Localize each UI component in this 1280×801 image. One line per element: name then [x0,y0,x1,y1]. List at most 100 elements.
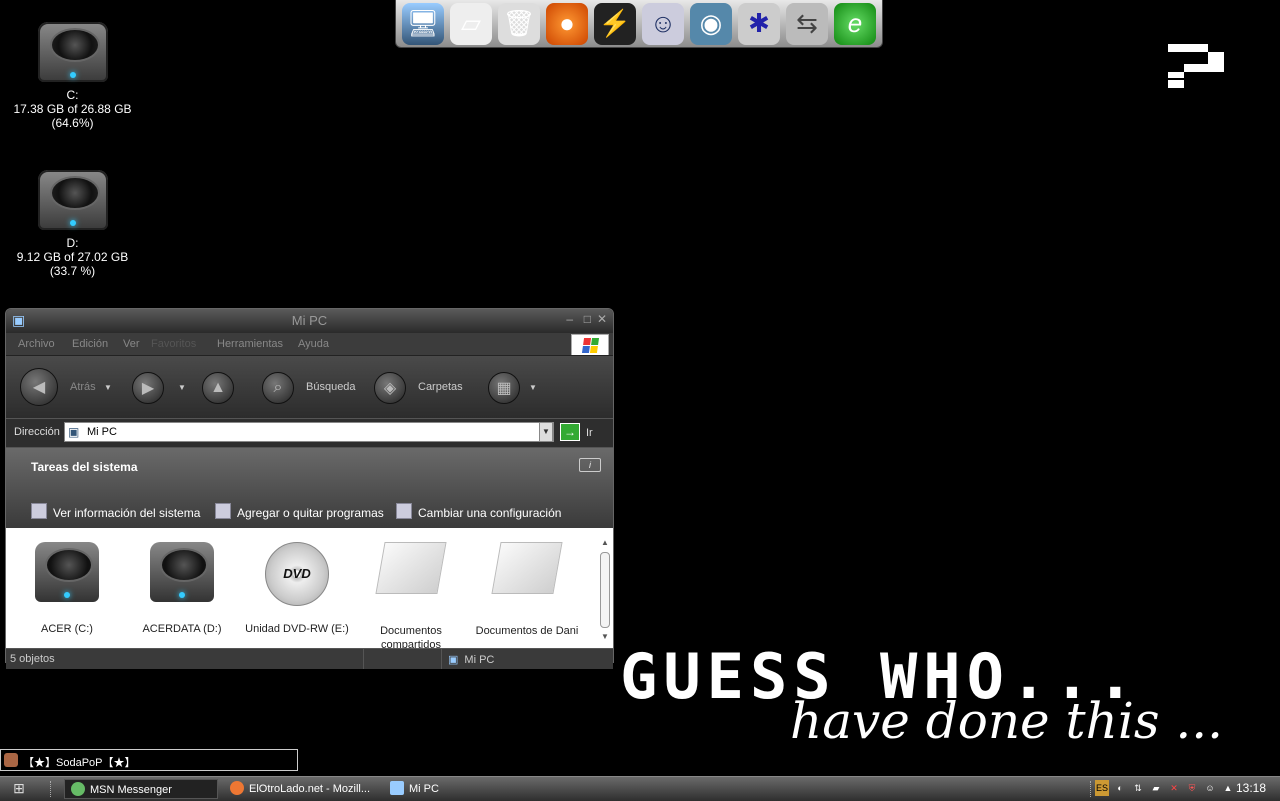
menu-ayuda[interactable]: Ayuda [298,338,329,350]
menu-ver[interactable]: Ver [123,338,140,350]
task-system-info[interactable]: Ver información del sistema [31,503,200,520]
document-icon[interactable]: ▱ [450,2,492,45]
windows-logo-icon [571,334,609,356]
drive-letter: C: [66,88,79,102]
users-icon[interactable]: ☺ [1203,780,1217,796]
internet-explorer-icon[interactable]: e [834,2,876,45]
back-dropdown-icon[interactable]: ▼ [104,383,112,392]
task-change-setting[interactable]: Cambiar una configuración [396,503,561,520]
shield-icon[interactable]: ⛨ [1185,780,1199,796]
status-location: ▣ Mi PC [448,654,495,666]
list-item[interactable]: ACER (C:) [12,542,122,636]
question-mark-icon [1168,44,1224,90]
winamp-icon[interactable]: ⚡ [594,2,636,45]
back-arrow-icon: ◀ [32,379,46,396]
window-title: Mi PC [291,313,328,328]
trash-icon[interactable]: 🗑 [498,2,540,45]
views-dropdown-icon[interactable]: ▼ [529,383,537,392]
taskbar: ⊞ MSN Messenger ElOtroLado.net - Mozill.… [0,776,1280,801]
menu-favoritos[interactable]: Favoritos [151,338,196,350]
address-value: Mi PC [87,426,117,438]
list-item[interactable]: ACERDATA (D:) [127,542,237,636]
folders-button[interactable]: ◈ [374,372,406,404]
network-icon[interactable]: ⇅ [1131,780,1145,796]
back-label[interactable]: Atrás [70,381,96,393]
list-item[interactable]: Documentos compartidos [356,542,466,652]
title-bar[interactable]: ▣ Mi PC – □ ✕ [6,309,613,333]
arrow-up-icon[interactable]: ▲ [1221,780,1235,796]
object-count: 5 objetos [10,653,55,665]
computer-icon[interactable]: 🖥 [402,2,444,45]
security-alert-icon[interactable]: ✕ [1167,780,1181,796]
maximize-button[interactable]: □ [584,312,591,326]
wallpaper-subline: have done this ... [790,692,1224,750]
search-label[interactable]: Búsqueda [306,381,356,393]
vertical-scrollbar[interactable]: ▲ ▼ [599,538,611,642]
list-item[interactable]: DVD Unidad DVD-RW (E:) [242,542,352,636]
folders-icon: ◈ [383,380,397,397]
taskbar-item-firefox[interactable]: ElOtroLado.net - Mozill... [224,779,380,799]
menu-bar: Archivo Edición Ver Favoritos Herramient… [6,333,613,356]
firefox-icon[interactable]: ● [546,2,588,45]
hard-drive-icon [37,22,108,82]
system-tasks-heading: Tareas del sistema [31,460,138,474]
signal-icon[interactable]: ▰ [1149,780,1163,796]
drive-usage: 17.38 GB of 26.88 GB [13,102,132,116]
network-icon[interactable]: ⇆ [786,2,828,45]
back-button[interactable]: ◀ [20,368,58,406]
photo-icon[interactable]: ◉ [690,2,732,45]
drive-percent: (33.7 %) [49,264,96,278]
status-divider [441,649,442,669]
go-button[interactable]: → [560,423,580,441]
task-add-remove-programs[interactable]: Agregar o quitar programas [215,503,384,520]
my-computer-icon: ▣ [68,425,80,439]
menu-archivo[interactable]: Archivo [18,338,55,350]
file-list: ACER (C:) ACERDATA (D:) DVD Unidad DVD-R… [6,528,613,651]
menu-edicion[interactable]: Edición [72,338,108,350]
msn-status-bar[interactable]: 【★】SodaPoP【★】 [0,749,298,771]
toolbar: ◀ Atrás ▼ ▶ ▼ ▲ ⌕ Búsqueda ◈ Carpetas ▦ … [6,355,613,419]
firefox-icon [230,781,244,795]
close-button[interactable]: ✕ [597,312,607,326]
status-bar: 5 objetos ▣ Mi PC [6,648,613,669]
list-item[interactable]: Documentos de Dani [472,542,582,638]
taskbar-item-msn[interactable]: MSN Messenger [64,779,218,799]
search-icon: ⌕ [273,379,283,396]
system-tray: ES ◐ ⇅ ▰ ✕ ⛨ ☺ ▲ [1095,780,1235,796]
search-button[interactable]: ⌕ [262,372,294,404]
drive-usage: 9.12 GB of 27.02 GB [16,250,129,264]
messenger-icon[interactable]: ☺ [642,2,684,45]
scroll-down-icon[interactable]: ▼ [601,632,609,641]
forward-dropdown-icon[interactable]: ▼ [178,383,186,392]
minimize-button[interactable]: – [566,312,573,326]
drive-widget-c[interactable]: C: 17.38 GB of 26.88 GB (64.6%) [0,22,145,130]
drive-letter: D: [66,236,79,250]
hard-drive-icon [150,542,214,602]
add-remove-programs-icon [215,503,231,519]
folders-label[interactable]: Carpetas [418,381,463,393]
folder-icon [375,542,447,594]
tray-grip[interactable] [1090,781,1093,797]
info-button[interactable]: i [579,458,601,472]
start-button[interactable]: ⊞ [4,780,34,798]
views-grid-icon: ▦ [496,380,512,397]
taskbar-grip[interactable] [50,781,53,797]
volume-icon[interactable]: ◐ [1113,780,1127,796]
language-indicator[interactable]: ES [1095,780,1109,796]
msn-icon [71,782,85,796]
address-dropdown-button[interactable]: ▼ [539,422,553,442]
scroll-up-icon[interactable]: ▲ [601,538,609,547]
emule-icon[interactable]: ✱ [738,2,780,45]
forward-button[interactable]: ▶ [132,372,164,404]
scroll-thumb[interactable] [600,552,610,628]
drive-widget-d[interactable]: D: 9.12 GB of 27.02 GB (33.7 %) [0,170,145,278]
address-input[interactable]: ▣ Mi PC [64,422,554,442]
avatar [4,753,18,767]
views-button[interactable]: ▦ [488,372,520,404]
clock[interactable]: 13:18 [1236,781,1266,795]
address-label: Dirección [14,426,60,438]
menu-herramientas[interactable]: Herramientas [217,338,283,350]
up-button[interactable]: ▲ [202,372,234,404]
taskbar-item-mi-pc[interactable]: Mi PC [384,779,534,799]
go-label[interactable]: Ir [586,427,593,439]
